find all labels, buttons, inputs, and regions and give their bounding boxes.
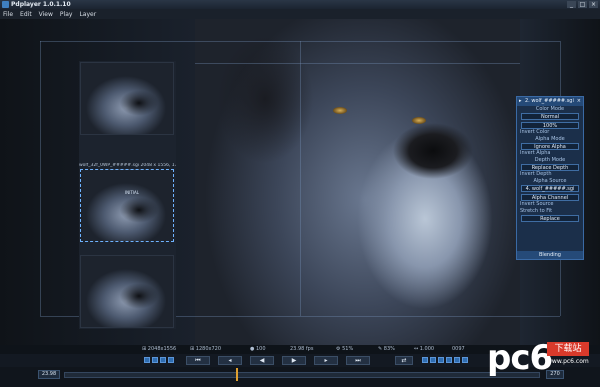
tool-icon[interactable] <box>160 357 166 363</box>
wolf-eye-left <box>333 107 347 114</box>
thumbnail-overlay-text: INITIAL <box>125 190 139 195</box>
invert-depth-toggle[interactable]: Invert Depth <box>517 171 583 178</box>
tool-icon[interactable] <box>144 357 150 363</box>
playhead[interactable] <box>236 368 238 381</box>
layer-thumbnail[interactable] <box>80 62 174 135</box>
alpha-source-label: Alpha Source <box>533 178 567 184</box>
tool-icon[interactable] <box>438 357 444 363</box>
timeline-track[interactable] <box>64 372 540 378</box>
percent-readout: ✎ 83% <box>378 346 395 352</box>
guide-line <box>40 41 41 316</box>
tool-icon[interactable] <box>152 357 158 363</box>
alpha-mode-label: Alpha Mode <box>535 136 565 142</box>
close-icon[interactable]: × <box>577 97 581 106</box>
menu-view[interactable]: View <box>39 11 53 18</box>
invert-alpha-toggle[interactable]: Invert Alpha <box>517 150 583 157</box>
source-resolution: ⊞ 2048x1556 <box>142 346 177 352</box>
menu-bar: File Edit View Play Layer <box>0 9 600 19</box>
watermark-url: www.pc6.com <box>547 358 589 365</box>
stretch-select[interactable]: Replace <box>521 215 579 222</box>
menu-layer[interactable]: Layer <box>79 11 96 18</box>
wolf-eye-right <box>412 117 426 124</box>
depth-mode-select[interactable]: Replace Depth <box>521 164 579 171</box>
image-viewport[interactable]: wolf_32f_0WP_#####.sgi 2048 x 1556, 17% … <box>0 19 600 345</box>
blending-tab[interactable]: Blending <box>517 251 583 259</box>
watermark-logo: pc6 <box>487 338 553 378</box>
color-mode-select[interactable]: Normal <box>521 113 579 120</box>
ratio-readout: ↔ 1.000 <box>414 346 435 352</box>
output-resolution: ⊞ 1280x720 <box>190 346 222 352</box>
watermark-cn-label: 下载站 <box>547 342 589 356</box>
invert-color-toggle[interactable]: Invert Color <box>517 129 583 136</box>
alpha-source-select[interactable]: 4. wolf_#####.sgi <box>521 185 579 192</box>
fps-readout: 23.98 fps <box>290 346 314 352</box>
panel-header[interactable]: ▸ 2. wolf_#####.sgi × <box>517 97 583 106</box>
app-icon <box>2 1 9 8</box>
thumbnail-label: wolf_32f_0WP_#####.sgi 2048 x 1556, 17% <box>79 163 176 168</box>
tool-icon[interactable] <box>430 357 436 363</box>
guide-line <box>195 63 520 64</box>
layer-thumbnail-selected[interactable]: INITIAL <box>80 169 174 242</box>
stretch-label: Stretch to Fit <box>520 208 553 214</box>
tool-icon[interactable] <box>422 357 428 363</box>
tool-icon[interactable] <box>462 357 468 363</box>
menu-edit[interactable]: Edit <box>20 11 32 18</box>
window-title: Pdplayer 1.0.1.10 <box>11 1 71 8</box>
frame-readout: 0097 <box>452 346 465 352</box>
play-reverse-icon[interactable]: ◀ <box>250 356 274 365</box>
tool-icon[interactable] <box>446 357 452 363</box>
percent-readout: ⚙ 51% <box>336 346 354 352</box>
minimize-button[interactable]: _ <box>567 1 576 8</box>
tool-icon[interactable] <box>454 357 460 363</box>
menu-file[interactable]: File <box>3 11 13 18</box>
invert-source-toggle[interactable]: Invert Source <box>517 201 583 208</box>
zoom-readout: ● 100 <box>250 346 266 352</box>
guide-line <box>300 41 301 316</box>
loop-icon[interactable]: ⇄ <box>395 356 413 365</box>
alpha-mode-select[interactable]: Ignore Alpha <box>521 143 579 150</box>
menu-play[interactable]: Play <box>60 11 73 18</box>
color-mode-label: Color Mode <box>535 106 565 112</box>
main-image-wolf <box>195 19 520 345</box>
watermark: pc6 下载站 www.pc6.com <box>487 338 597 378</box>
step-forward-icon[interactable]: ▸ <box>314 356 338 365</box>
tool-icon[interactable] <box>168 357 174 363</box>
layer-thumbnail[interactable] <box>80 255 174 328</box>
alpha-channel-select[interactable]: Alpha Channel <box>521 194 579 201</box>
play-icon[interactable]: ▶ <box>282 356 306 365</box>
opacity-field[interactable]: 100% <box>521 122 579 129</box>
maximize-button[interactable]: □ <box>578 1 587 8</box>
layer-properties-panel: ▸ 2. wolf_#####.sgi × Color Mode Normal … <box>516 96 584 260</box>
collapse-arrow-icon[interactable]: ▸ <box>519 97 522 106</box>
go-to-start-icon[interactable]: ⏮ <box>186 356 210 365</box>
step-back-icon[interactable]: ◂ <box>218 356 242 365</box>
depth-mode-label: Depth Mode <box>534 157 566 163</box>
layer-thumbnail-strip: wolf_32f_0WP_#####.sgi 2048 x 1556, 17% … <box>79 61 176 329</box>
close-button[interactable]: × <box>589 1 598 8</box>
go-to-end-icon[interactable]: ⏭ <box>346 356 370 365</box>
start-frame-field[interactable]: 23.98 <box>38 370 60 379</box>
title-bar: Pdplayer 1.0.1.10 _ □ × <box>0 0 600 9</box>
